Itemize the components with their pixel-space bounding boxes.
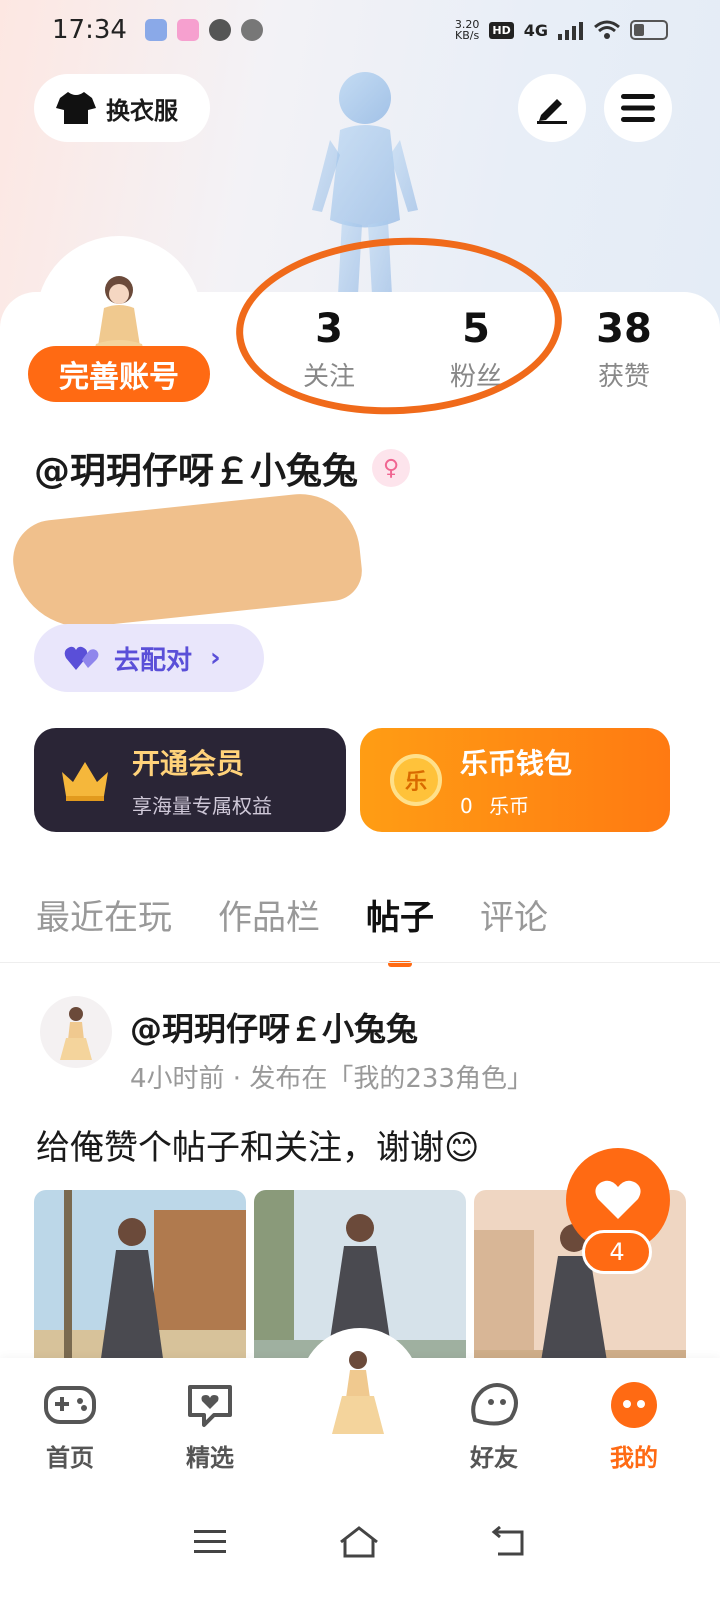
likes-label: 获赞	[597, 362, 650, 392]
back-icon[interactable]	[490, 1526, 528, 1558]
paw-icon	[144, 19, 167, 41]
female-gender-icon: ♀	[372, 449, 411, 487]
change-outfit-button[interactable]: 换衣服	[34, 74, 210, 142]
nav-home-label: 首页	[46, 1444, 94, 1472]
go-pair-label: 去配对	[114, 645, 193, 676]
nav-me-label: 我的	[610, 1444, 658, 1472]
wallet-amount: 0	[460, 793, 473, 818]
tab-posts[interactable]: 帖子	[366, 890, 434, 967]
stat-likes[interactable]: 38 获赞	[564, 306, 684, 393]
nav-featured[interactable]: 精选	[160, 1378, 260, 1473]
post-meta: 4小时前 · 发布在「我的233角色」	[130, 1064, 533, 1094]
signal-icon	[558, 22, 583, 40]
nav-featured-label: 精选	[186, 1444, 234, 1472]
status-right: 3.20 KB/s HD 4G	[455, 19, 668, 41]
post-author-avatar[interactable]	[40, 996, 112, 1068]
heart-icon	[595, 1180, 641, 1219]
wallet-card[interactable]: 乐 乐币钱包 0 乐币	[360, 728, 670, 832]
post-avatar-figure-icon	[60, 1007, 92, 1060]
vip-title: 开通会员	[132, 746, 245, 780]
likes-count: 38	[596, 306, 652, 352]
vip-card[interactable]: 开通会员 享海量专属权益	[34, 728, 346, 832]
vip-subtitle: 享海量专属权益	[132, 793, 272, 818]
friend-face-icon	[467, 1378, 521, 1432]
wifi-icon	[594, 20, 620, 39]
post-author-name[interactable]: @玥玥仔呀￡小兔兔	[130, 1004, 418, 1050]
like-count: 4	[582, 1230, 652, 1274]
coin-icon: 乐	[390, 754, 442, 806]
wallet-balance: 0 乐币	[460, 790, 572, 819]
pen-icon	[537, 99, 567, 124]
nav-friends[interactable]: 好友	[444, 1378, 544, 1473]
hd-badge: HD	[489, 21, 514, 39]
change-outfit-label: 换衣服	[106, 96, 178, 125]
username: @玥玥仔呀￡小兔兔	[34, 451, 359, 492]
nav-home[interactable]: 首页	[20, 1378, 120, 1473]
network-type: 4G	[523, 20, 548, 40]
center-avatar-button[interactable]	[300, 1328, 420, 1448]
go-pair-button[interactable]: 去配对 ›	[34, 624, 264, 692]
center-avatar-figure-icon	[332, 1351, 384, 1434]
status-time: 17:34	[52, 15, 127, 45]
recent-apps-icon[interactable]	[192, 1527, 228, 1557]
tab-comments[interactable]: 评论	[480, 890, 548, 939]
net-speed: 3.20 KB/s	[455, 19, 480, 41]
battery-icon	[630, 20, 668, 40]
chevron-right-icon: ›	[210, 643, 221, 673]
net-speed-unit: KB/s	[455, 29, 480, 42]
chat-icon	[208, 19, 231, 41]
wallet-unit: 乐币	[489, 793, 530, 818]
crown-icon	[62, 762, 108, 801]
complete-account-button[interactable]: 完善账号	[28, 346, 210, 402]
link-icon	[240, 19, 263, 41]
gamepad-icon	[43, 1378, 97, 1432]
heart-chat-icon	[183, 1378, 237, 1432]
double-heart-icon	[64, 646, 99, 670]
wallet-title: 乐币钱包	[460, 746, 573, 780]
tab-works[interactable]: 作品栏	[218, 890, 320, 939]
edit-profile-button[interactable]	[518, 74, 586, 142]
system-nav-bar	[0, 1484, 720, 1600]
profile-tabs: 最近在玩 作品栏 帖子 评论	[36, 890, 548, 967]
post-text: 给俺赞个帖子和关注，谢谢😊	[36, 1128, 480, 1168]
notification-icons	[144, 19, 263, 41]
menu-button[interactable]	[604, 74, 672, 142]
tab-recent[interactable]: 最近在玩	[36, 890, 172, 939]
camera-icon	[176, 19, 199, 41]
menu-icon	[621, 94, 655, 122]
nav-me[interactable]: 我的	[584, 1378, 684, 1473]
tabs-divider	[0, 962, 720, 963]
me-face-icon	[607, 1378, 661, 1432]
nav-friends-label: 好友	[470, 1444, 518, 1472]
home-icon[interactable]	[338, 1525, 380, 1559]
tshirt-icon	[56, 92, 96, 124]
status-bar: 17:34 3.20 KB/s HD 4G	[0, 0, 720, 60]
username-row: @玥玥仔呀￡小兔兔 ♀	[34, 442, 411, 494]
